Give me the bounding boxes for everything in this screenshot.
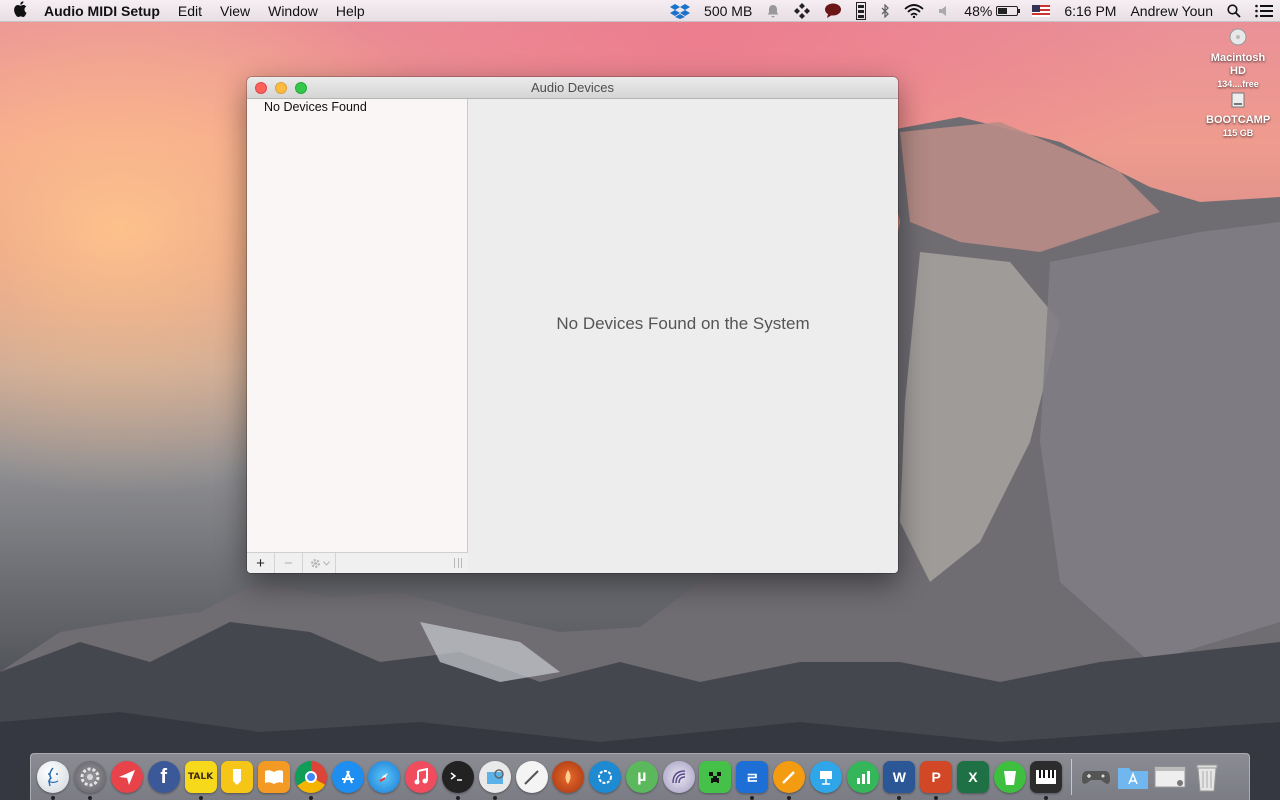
sidebar-toolbar: + − xyxy=(247,552,468,573)
script-editor-icon[interactable] xyxy=(515,761,548,793)
word-icon[interactable]: W xyxy=(883,761,916,800)
dropbox-icon[interactable] xyxy=(663,3,697,19)
keynote-icon[interactable] xyxy=(809,761,842,793)
menu-help[interactable]: Help xyxy=(327,0,374,22)
drive-name: Macintosh HD xyxy=(1210,52,1266,77)
apple-menu-icon[interactable] xyxy=(0,0,40,21)
app-store-icon[interactable] xyxy=(331,761,364,793)
game-controller-icon[interactable] xyxy=(1080,761,1112,793)
window-controls xyxy=(255,82,307,94)
status-area: 500 MB 48% 6:16 PM Andrew Youn xyxy=(663,0,1280,22)
action-menu-button[interactable] xyxy=(303,553,336,573)
hard-drive-icon xyxy=(1206,28,1270,50)
applications-folder-icon[interactable] xyxy=(1117,761,1149,793)
drive-info: 134....free xyxy=(1217,79,1259,89)
notes-app-icon[interactable] xyxy=(221,761,254,793)
facebook-icon[interactable]: f xyxy=(147,761,180,793)
bluetooth-icon[interactable] xyxy=(873,3,897,18)
trash-icon[interactable] xyxy=(1191,761,1223,793)
system-preferences-icon[interactable] xyxy=(74,761,107,800)
remove-device-button[interactable]: − xyxy=(275,553,303,573)
device-detail-pane: No Devices Found on the System xyxy=(468,99,898,573)
list-item[interactable]: No Devices Found xyxy=(247,99,467,115)
menu-view[interactable]: View xyxy=(211,0,259,22)
dropbox-diamond-icon[interactable] xyxy=(787,2,817,19)
ibooks-icon[interactable] xyxy=(258,761,291,793)
dock-separator xyxy=(1070,759,1072,795)
terminal-icon[interactable] xyxy=(441,761,474,800)
gear-icon xyxy=(310,558,320,568)
split-resize-handle[interactable] xyxy=(454,558,462,568)
battery-status[interactable]: 48% xyxy=(957,0,1025,22)
safari-icon[interactable] xyxy=(368,761,401,793)
desktop-drive-macintosh-hd[interactable]: Macintosh HD 134....free xyxy=(1206,28,1270,91)
menu-bar: Audio MIDI Setup Edit View Window Help 5… xyxy=(0,0,1280,22)
preview-icon[interactable] xyxy=(478,761,511,800)
notification-center-icon[interactable] xyxy=(1248,4,1280,18)
window-titlebar[interactable]: Audio Devices xyxy=(247,77,898,99)
empty-state-message: No Devices Found on the System xyxy=(556,314,810,333)
battery-percent: 48% xyxy=(964,2,993,19)
hdd-status-icon[interactable] xyxy=(849,1,873,20)
disk-icon xyxy=(1206,92,1270,112)
utorrent-icon[interactable]: µ xyxy=(625,761,658,793)
memory-status[interactable]: 500 MB xyxy=(697,0,759,22)
downloads-stack-icon[interactable] xyxy=(1154,761,1186,793)
numbers-icon[interactable] xyxy=(846,761,879,793)
add-device-button[interactable]: + xyxy=(247,553,275,573)
zoom-button[interactable] xyxy=(295,82,307,94)
kakaotalk-label: TALK xyxy=(187,772,214,782)
pages-icon[interactable] xyxy=(773,761,806,800)
airmail-icon[interactable] xyxy=(110,761,143,793)
kakaotalk-icon[interactable]: TALK xyxy=(184,761,217,800)
user-name[interactable]: Andrew Youn xyxy=(1123,0,1220,22)
volume-icon[interactable] xyxy=(931,5,957,17)
app-menu[interactable]: Audio MIDI Setup xyxy=(40,0,169,22)
notification-bell-icon[interactable] xyxy=(759,4,787,18)
cleanmymac-icon[interactable] xyxy=(993,761,1026,793)
finder-icon[interactable] xyxy=(37,761,70,800)
battery-level-fill xyxy=(998,7,1007,14)
spotlight-search-icon[interactable] xyxy=(1220,3,1248,18)
chrome-icon[interactable] xyxy=(294,761,327,800)
wifi-icon[interactable] xyxy=(897,3,931,18)
chevron-down-icon xyxy=(322,560,330,566)
clock[interactable]: 6:16 PM xyxy=(1057,0,1123,22)
minimize-button[interactable] xyxy=(275,82,287,94)
dock: f TALK µ ㄹ W P X xyxy=(30,753,1250,800)
menu-edit[interactable]: Edit xyxy=(169,0,211,22)
feedly-icon[interactable] xyxy=(589,761,622,793)
drive-info: 115 GB xyxy=(1222,128,1254,138)
battery-icon xyxy=(996,5,1021,16)
chat-bubble-icon[interactable] xyxy=(817,3,849,18)
bittorrent-icon[interactable] xyxy=(662,761,695,793)
drive-name: BOOTCAMP xyxy=(1206,114,1271,126)
menu-window[interactable]: Window xyxy=(259,0,327,22)
close-button[interactable] xyxy=(255,82,267,94)
powerpoint-icon[interactable]: P xyxy=(920,761,953,800)
burn-app-icon[interactable] xyxy=(552,761,585,793)
device-list-sidebar: No Devices Found + − xyxy=(247,99,468,573)
itunes-icon[interactable] xyxy=(405,761,438,793)
excel-icon[interactable]: X xyxy=(956,761,989,793)
midi-keyboard-icon[interactable] xyxy=(1030,761,1063,800)
korean-dictionary-icon[interactable]: ㄹ xyxy=(736,761,769,800)
input-source-flag-icon[interactable] xyxy=(1025,4,1057,17)
minecraft-icon[interactable] xyxy=(699,761,732,793)
window-title: Audio Devices xyxy=(530,80,615,95)
audio-devices-window: Audio Devices No Devices Found + − No De… xyxy=(247,77,898,573)
desktop-drive-bootcamp[interactable]: BOOTCAMP 115 GB xyxy=(1206,92,1270,140)
